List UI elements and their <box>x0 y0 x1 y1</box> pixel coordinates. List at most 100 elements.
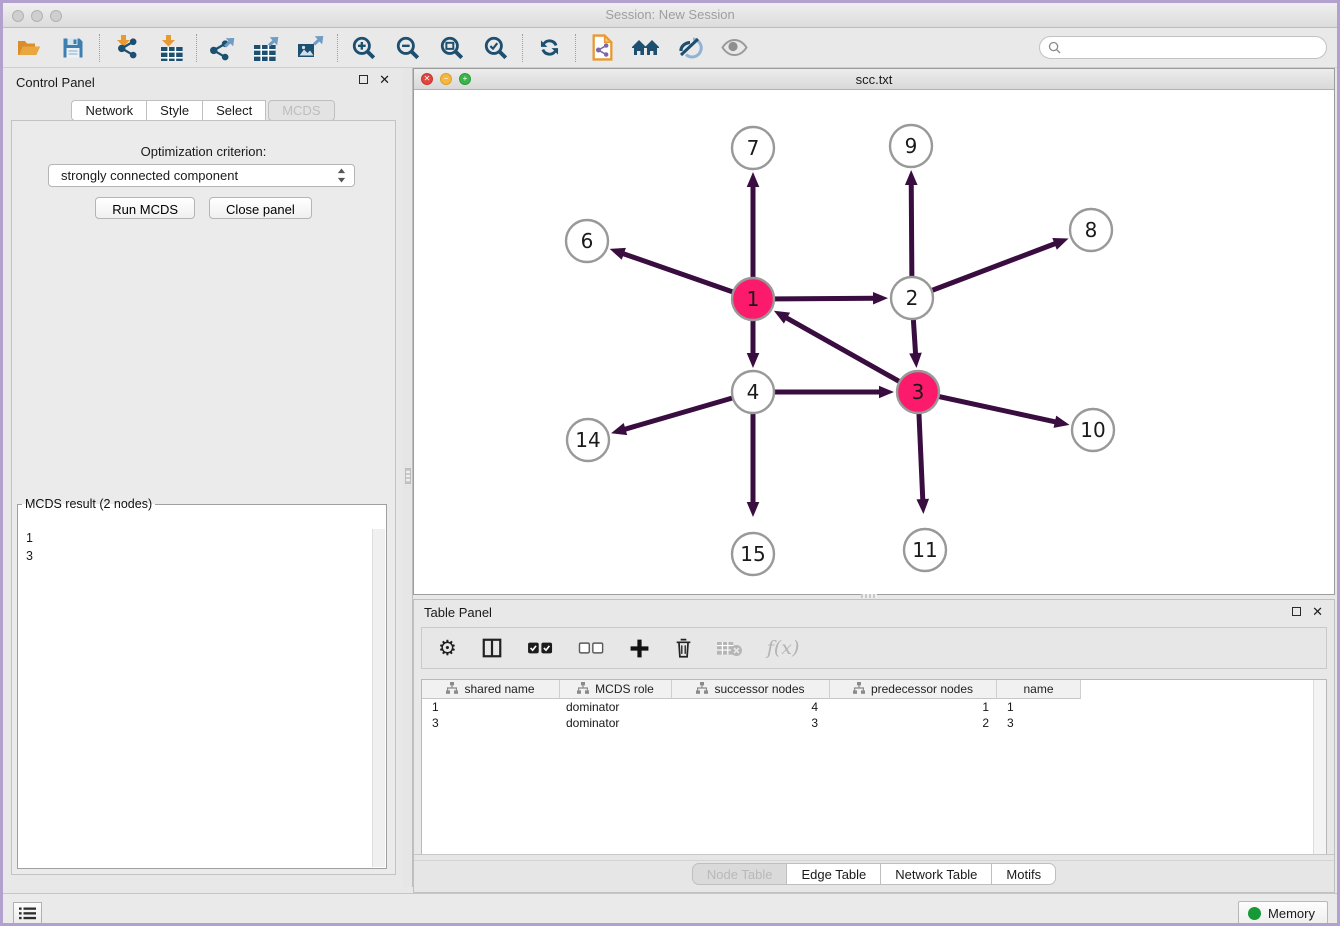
delete-column-icon[interactable] <box>674 637 693 659</box>
run-mcds-button[interactable]: Run MCDS <box>95 197 195 219</box>
graph-node-14[interactable]: 14 <box>567 419 609 461</box>
import-network-icon[interactable] <box>110 32 142 64</box>
edge-arrowhead-icon <box>905 170 918 185</box>
function-builder-icon[interactable]: f(x) <box>767 637 800 659</box>
eye-icon[interactable] <box>718 32 750 64</box>
svg-text:14: 14 <box>575 428 600 452</box>
deselect-all-icon[interactable] <box>578 640 605 656</box>
control-panel-header: Control Panel ✕ <box>3 68 403 94</box>
mcds-result-item[interactable]: 1 <box>19 529 385 547</box>
graph-node-4[interactable]: 4 <box>732 371 774 413</box>
splitter-grip-icon[interactable] <box>405 468 411 484</box>
hide-graphics-icon[interactable] <box>674 32 706 64</box>
export-network-icon[interactable] <box>207 32 239 64</box>
svg-text:8: 8 <box>1085 218 1098 242</box>
tab-motifs[interactable]: Motifs <box>992 863 1056 885</box>
split-panel-icon[interactable] <box>481 637 503 659</box>
tab-network[interactable]: Network <box>71 100 147 121</box>
tab-network-table[interactable]: Network Table <box>881 863 992 885</box>
add-column-icon[interactable] <box>629 638 650 659</box>
tab-select[interactable]: Select <box>203 100 266 121</box>
optimization-criterion-select[interactable]: strongly connected component <box>48 164 355 187</box>
edge-2-8[interactable] <box>912 243 1056 298</box>
graph-node-11[interactable]: 11 <box>904 529 946 571</box>
save-icon[interactable] <box>57 32 89 64</box>
table-body: 1dominator4113dominator323 <box>422 699 1326 731</box>
gear-icon[interactable]: ⚙ <box>438 638 457 659</box>
export-table-icon[interactable] <box>251 32 283 64</box>
refresh-icon[interactable] <box>533 32 565 64</box>
zoom-out-icon[interactable] <box>392 32 424 64</box>
edge-3-1[interactable] <box>785 317 918 392</box>
network-window-titlebar[interactable]: ✕ − + scc.txt <box>414 69 1334 90</box>
table-scrollbar[interactable] <box>1313 680 1326 855</box>
table-header-row: shared nameMCDS rolesuccessor nodesprede… <box>422 680 1326 699</box>
edge-arrowhead-icon <box>747 502 760 517</box>
edge-arrowhead-icon <box>611 423 627 435</box>
select-all-icon[interactable] <box>527 640 554 656</box>
network-doc-icon[interactable] <box>586 32 618 64</box>
search-field[interactable] <box>1039 36 1327 59</box>
open-folder-icon[interactable] <box>13 32 45 64</box>
close-table-panel-icon[interactable]: ✕ <box>1312 607 1323 616</box>
status-bar: Memory <box>3 893 1337 923</box>
mcds-result-item[interactable]: 3 <box>19 547 385 565</box>
column-header-predecessor-nodes[interactable]: predecessor nodes <box>830 680 997 699</box>
control-panel-title: Control Panel <box>16 75 95 90</box>
search-input[interactable] <box>1061 39 1326 57</box>
tab-style[interactable]: Style <box>147 100 203 121</box>
horizontal-splitter-grip-icon[interactable] <box>861 594 877 598</box>
search-icon <box>1048 41 1061 54</box>
home-icon[interactable] <box>630 32 662 64</box>
svg-text:7: 7 <box>747 136 760 160</box>
import-table-icon[interactable] <box>154 32 186 64</box>
delete-table-icon[interactable] <box>717 640 743 657</box>
graph-node-9[interactable]: 9 <box>890 125 932 167</box>
column-header-name[interactable]: name <box>997 680 1081 699</box>
table-cell: 2 <box>830 716 997 730</box>
table-cell: 1 <box>997 700 1081 714</box>
memory-status-icon <box>1248 907 1261 920</box>
graph-node-2[interactable]: 2 <box>891 277 933 319</box>
graph-node-3[interactable]: 3 <box>897 371 939 413</box>
export-image-icon[interactable] <box>295 32 327 64</box>
column-header-shared-name[interactable]: shared name <box>422 680 560 699</box>
graph-node-6[interactable]: 6 <box>566 220 608 262</box>
toolbar-separator <box>337 34 338 62</box>
graph-node-8[interactable]: 8 <box>1070 209 1112 251</box>
toolbar-separator <box>196 34 197 62</box>
table-cell: 3 <box>672 716 830 730</box>
tab-edge-table[interactable]: Edge Table <box>787 863 881 885</box>
column-header-MCDS-role[interactable]: MCDS role <box>560 680 672 699</box>
close-panel-icon[interactable]: ✕ <box>379 75 390 84</box>
chevron-updown-icon <box>337 168 346 183</box>
mcds-result-list[interactable]: 13 <box>19 529 385 867</box>
task-history-button[interactable] <box>13 902 42 924</box>
network-graph[interactable]: 7 9 6 8 1 2 4 3 14 10 15 11 <box>414 90 1334 594</box>
graph-node-10[interactable]: 10 <box>1072 409 1114 451</box>
table-row[interactable]: 1dominator411 <box>422 699 1326 715</box>
zoom-selected-icon[interactable] <box>480 32 512 64</box>
graph-node-15[interactable]: 15 <box>732 533 774 575</box>
application-window: Session: New Session Control Panel ✕ <box>0 0 1340 926</box>
tab-node-table[interactable]: Node Table <box>692 863 788 885</box>
graph-node-7[interactable]: 7 <box>732 127 774 169</box>
zoom-in-icon[interactable] <box>348 32 380 64</box>
node-table[interactable]: shared nameMCDS rolesuccessor nodesprede… <box>421 679 1327 856</box>
column-header-successor-nodes[interactable]: successor nodes <box>672 680 830 699</box>
float-table-panel-icon[interactable] <box>1292 607 1301 616</box>
result-scrollbar[interactable] <box>372 529 385 867</box>
network-view-window: ✕ − + scc.txt 7 9 6 8 1 2 4 3 14 10 15 11 <box>413 68 1335 595</box>
graph-node-1[interactable]: 1 <box>732 278 774 320</box>
panel-splitter[interactable] <box>403 68 413 887</box>
tab-mcds[interactable]: MCDS <box>268 100 334 121</box>
memory-button[interactable]: Memory <box>1238 901 1328 925</box>
table-panel-title: Table Panel <box>424 605 492 620</box>
network-canvas[interactable]: 7 9 6 8 1 2 4 3 14 10 15 11 <box>414 90 1334 594</box>
float-panel-icon[interactable] <box>359 75 368 84</box>
close-panel-button[interactable]: Close panel <box>209 197 312 219</box>
zoom-fit-icon[interactable] <box>436 32 468 64</box>
edge-arrowhead-icon <box>610 248 626 260</box>
table-row[interactable]: 3dominator323 <box>422 715 1326 731</box>
sort-hierarchy-icon <box>696 682 708 697</box>
